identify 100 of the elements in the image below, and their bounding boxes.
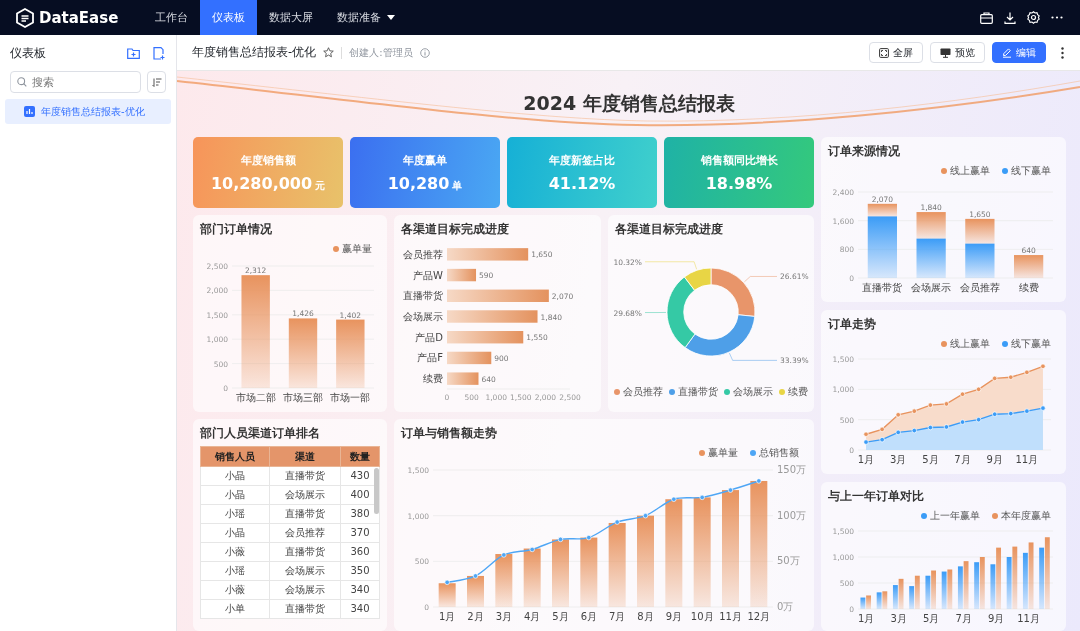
axis-label: 4月 <box>524 611 541 622</box>
nav-tab[interactable]: 工作台 <box>143 0 200 35</box>
data-point <box>863 431 869 437</box>
axis-label: 12月 <box>747 611 771 622</box>
data-point <box>529 546 535 553</box>
nav-tab[interactable]: 数据大屏 <box>257 0 325 35</box>
data-point <box>992 411 998 417</box>
axis-label: 9月 <box>987 613 1005 624</box>
table-title: 部门人员渠道订单排名 <box>200 426 321 442</box>
bar <box>467 575 484 607</box>
legend-label: 线上赢单 <box>950 164 990 178</box>
legend-marker <box>779 389 785 395</box>
data-point <box>927 424 934 431</box>
legend-label: 直播带货 <box>678 385 718 399</box>
kpi-label: 年度赢单 <box>403 152 447 168</box>
axis-label: 3月 <box>890 454 907 465</box>
data-point <box>959 419 966 425</box>
download-icon[interactable] <box>1004 11 1016 24</box>
legend-label: 续费 <box>788 385 808 399</box>
data-point <box>642 513 649 519</box>
legend-label: 会员推荐 <box>623 385 663 399</box>
more-icon[interactable] <box>1051 16 1063 19</box>
data-point <box>976 386 982 392</box>
data-point <box>879 437 885 443</box>
data-point <box>557 536 564 543</box>
axis-label: 5月 <box>922 454 939 465</box>
axis-label: 11月 <box>1015 454 1039 465</box>
legend-label: 本年度赢单 <box>1001 509 1051 523</box>
column-header[interactable]: 渠道 <box>269 446 341 467</box>
data-point <box>895 412 901 418</box>
info-icon[interactable] <box>419 47 430 58</box>
nav-tab[interactable]: 数据准备 <box>325 0 407 35</box>
data-point <box>1024 408 1030 414</box>
axis-label: 会场展示 <box>911 282 952 293</box>
bar <box>523 548 541 607</box>
legend-label: 总销售额 <box>759 446 799 460</box>
kpi-unit: 元 <box>315 178 326 193</box>
data-point <box>699 494 705 501</box>
edit-button[interactable]: 编辑 <box>992 42 1046 63</box>
data-point <box>727 487 734 493</box>
monitor-icon <box>940 47 951 58</box>
legend-label: 赢单量 <box>708 446 738 460</box>
nav-tab[interactable]: 仪表板 <box>200 0 257 35</box>
bar <box>1014 255 1044 278</box>
chart-title: 部门订单情况 <box>200 222 273 238</box>
axis-label: 5月 <box>922 613 940 624</box>
legend-label: 线下赢单 <box>1011 164 1051 178</box>
sort-button[interactable] <box>147 71 166 93</box>
legend-marker <box>724 389 730 395</box>
file-plus-icon[interactable] <box>153 46 165 60</box>
column-header[interactable]: 销售人员 <box>200 446 270 467</box>
kpi-value: 10,280,000 <box>210 173 313 193</box>
sidebar-title: 仪表板 <box>10 44 46 62</box>
leader-line <box>744 276 778 283</box>
settings-icon[interactable] <box>1027 11 1040 24</box>
kpi-label: 年度新签占比 <box>549 152 615 168</box>
data-point <box>1040 405 1046 411</box>
more-icon[interactable] <box>1061 46 1064 59</box>
leader-line <box>644 312 667 313</box>
legend-label: 上一年赢单 <box>930 509 980 523</box>
data-point <box>911 408 917 414</box>
axis-label: 产品F <box>417 352 443 364</box>
kpi-label: 销售额同比增长 <box>700 152 778 168</box>
fullscreen-button[interactable]: 全屏 <box>869 42 923 63</box>
preview-button[interactable]: 预览 <box>930 42 985 63</box>
axis-label: 7月 <box>955 613 972 624</box>
data-point <box>1008 410 1014 417</box>
legend-label: 线下赢单 <box>1011 337 1051 351</box>
data-point <box>943 401 950 407</box>
column-header[interactable]: 数量 <box>340 446 380 467</box>
data-point <box>863 439 869 445</box>
data-point <box>895 429 901 436</box>
search-field[interactable]: 搜索 <box>10 71 141 93</box>
axis-label: 续费 <box>1018 282 1039 293</box>
data-point <box>472 573 479 579</box>
data-point <box>1024 369 1030 375</box>
data-point <box>992 375 998 382</box>
axis-label: 1月 <box>857 454 875 465</box>
data-point <box>976 417 982 423</box>
data-point <box>444 579 450 585</box>
legend-label: 线上赢单 <box>950 337 990 351</box>
axis-label: 100万 <box>777 509 807 521</box>
briefcase-icon[interactable] <box>980 11 993 24</box>
data-point <box>943 424 950 430</box>
axis-label: 9月 <box>986 454 1003 465</box>
axis-label: 直播带货 <box>403 290 443 302</box>
caret-icon <box>387 15 395 20</box>
axis-label: 会场展示 <box>403 311 443 322</box>
star-icon[interactable] <box>323 47 335 58</box>
pencil-icon <box>1002 47 1012 58</box>
legend-marker <box>614 389 620 395</box>
data-point <box>756 478 762 484</box>
axis-label: 2月 <box>467 611 484 622</box>
folder-plus-icon[interactable] <box>127 47 140 59</box>
data-point <box>911 427 917 434</box>
scrollbar[interactable] <box>374 468 379 514</box>
tree-item[interactable]: 年度销售总结报表-优化 <box>5 99 171 124</box>
axis-label: 10月 <box>690 611 714 622</box>
axis-label: 产品W <box>413 269 443 281</box>
axis-label: 6月 <box>580 611 597 622</box>
